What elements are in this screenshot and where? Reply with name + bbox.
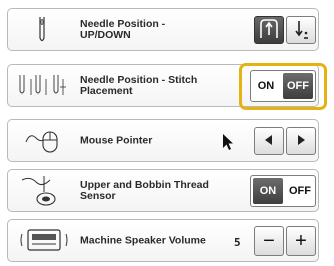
pointer-previous-button[interactable] [254,127,284,155]
triangle-right-icon [295,134,307,149]
needle-up-button[interactable] [254,16,284,44]
focus-highlight [239,63,327,110]
off-option[interactable]: OFF [285,176,315,206]
row-needle-position-updown: Needle Position - UP/DOWN [7,8,319,51]
stitch-placement-icon [16,73,70,99]
row-label: Needle Position - Stitch Placement [80,73,198,97]
row-label: Upper and Bobbin Thread Sensor [80,178,209,202]
mouse-icon [24,126,64,156]
row-label: Mouse Pointer [80,134,153,146]
settings-panel: Needle Position - UP/DOWN Needle Positio… [0,0,334,266]
thread-sensor-toggle[interactable]: ON OFF [250,175,316,207]
row-thread-sensor: Upper and Bobbin Thread Sensor ON OFF [7,169,319,212]
row-label: Machine Speaker Volume [80,234,206,246]
needle-down-icon [290,18,312,43]
needle-down-button[interactable] [286,16,316,44]
needle-up-icon [258,18,280,43]
row-speaker-volume: Machine Speaker Volume 5 − + [7,219,319,262]
volume-minus-button[interactable]: − [254,226,284,256]
needle-icon [28,15,56,45]
volume-plus-button[interactable]: + [286,226,316,256]
arrow-cursor-icon [220,132,236,152]
thread-sensor-icon [20,174,66,208]
triangle-left-icon [263,134,275,149]
row-mouse-pointer: Mouse Pointer [7,119,319,162]
speaker-icon [20,224,68,258]
pointer-next-button[interactable] [286,127,316,155]
volume-value: 5 [234,236,241,249]
on-option[interactable]: ON [253,178,283,204]
row-label: Needle Position - UP/DOWN [80,17,166,41]
